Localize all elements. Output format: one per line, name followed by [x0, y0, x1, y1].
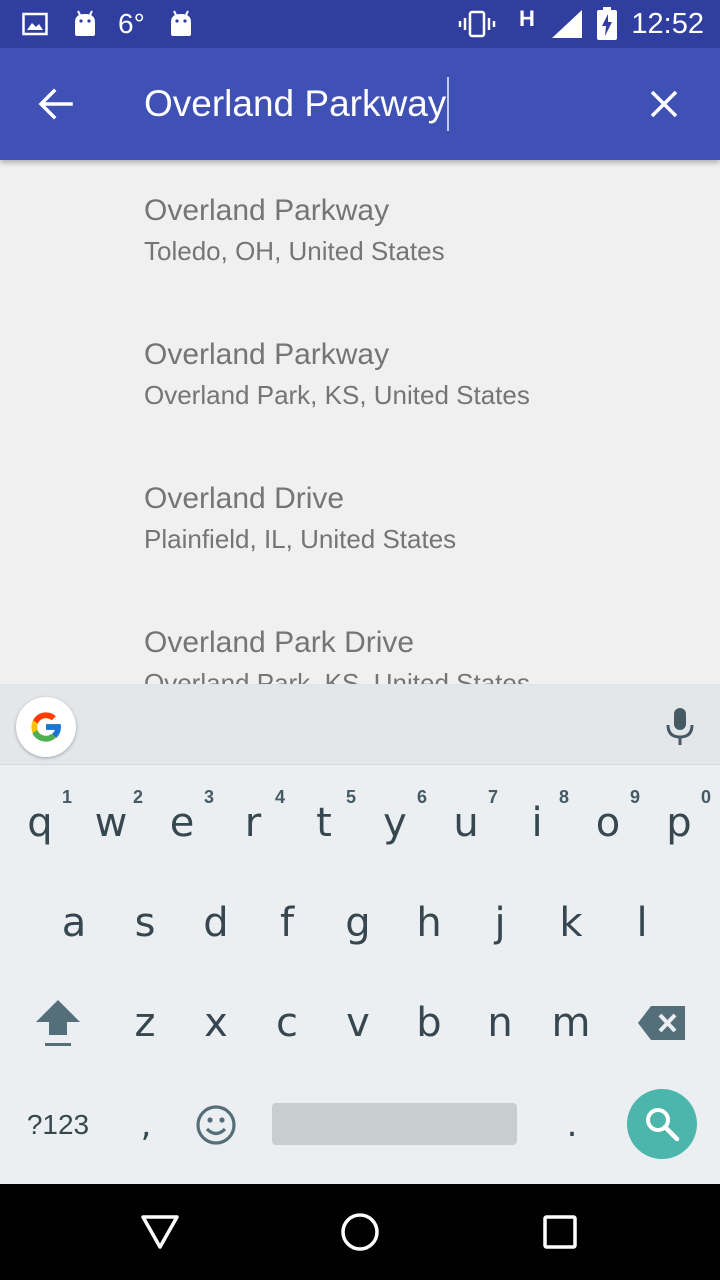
- key-v[interactable]: v: [322, 975, 394, 1071]
- google-search-button[interactable]: [16, 697, 76, 757]
- suggestion-item[interactable]: Overland Park Drive Overland Park, KS, U…: [0, 592, 720, 684]
- nav-home-button[interactable]: [328, 1200, 392, 1264]
- nav-recents-button[interactable]: [528, 1200, 592, 1264]
- circle-home-icon: [341, 1213, 379, 1251]
- status-bar: 6° H 12:52: [0, 0, 720, 48]
- signal-icon: [550, 0, 584, 48]
- search-icon: [646, 1108, 680, 1142]
- suggestion-subtitle: Plainfield, IL, United States: [144, 524, 457, 554]
- shift-key[interactable]: [18, 975, 98, 1071]
- key-m[interactable]: m: [535, 975, 607, 1071]
- comma-key[interactable]: ,: [112, 1077, 180, 1173]
- key-u[interactable]: u7: [430, 775, 502, 871]
- android-icon: [168, 0, 194, 48]
- suggestion-subtitle: Overland Park, KS, United States: [144, 380, 530, 410]
- clear-button[interactable]: [632, 72, 696, 136]
- android-icon: [72, 0, 98, 48]
- key-p[interactable]: p0: [643, 775, 715, 871]
- square-recents-icon: [543, 1215, 577, 1249]
- key-a[interactable]: a: [38, 875, 110, 971]
- suggestion-title: Overland Parkway: [144, 194, 390, 227]
- key-t[interactable]: t5: [288, 775, 360, 871]
- suggestion-title: Overland Drive: [144, 482, 345, 515]
- key-b[interactable]: b: [393, 975, 465, 1071]
- close-icon: [650, 90, 678, 118]
- back-button[interactable]: [24, 72, 88, 136]
- key-d[interactable]: d: [180, 875, 252, 971]
- image-icon: [22, 0, 48, 48]
- suggestion-title: Overland Park Drive: [144, 626, 415, 659]
- keyboard: q1 w2 e3 r4 t5 y6 u7 i8 o9 p0 a s d f g …: [0, 684, 720, 1184]
- suggestion-subtitle: Toledo, OH, United States: [144, 236, 445, 266]
- key-e[interactable]: e3: [146, 775, 218, 871]
- key-w[interactable]: w2: [75, 775, 147, 871]
- backspace-key[interactable]: [622, 975, 702, 1071]
- vibrate-icon: [458, 0, 496, 48]
- key-i[interactable]: i8: [501, 775, 573, 871]
- key-r[interactable]: r4: [217, 775, 289, 871]
- key-h[interactable]: h: [393, 875, 465, 971]
- voice-input-button[interactable]: [656, 703, 704, 751]
- key-y[interactable]: y6: [359, 775, 431, 871]
- suggestion-item[interactable]: Overland Drive Plainfield, IL, United St…: [0, 448, 720, 592]
- suggestion-list: Overland Parkway Toledo, OH, United Stat…: [0, 160, 720, 684]
- suggestion-title: Overland Parkway: [144, 338, 390, 371]
- emoji-key[interactable]: [184, 1077, 248, 1173]
- temperature: 6°: [118, 8, 145, 39]
- key-l[interactable]: l: [606, 875, 678, 971]
- search-action-key[interactable]: [627, 1089, 697, 1159]
- symbols-key[interactable]: ?123: [16, 1077, 100, 1173]
- shift-icon: [36, 1000, 80, 1046]
- key-o[interactable]: o9: [572, 775, 644, 871]
- space-key[interactable]: [272, 1103, 517, 1145]
- key-k[interactable]: k: [535, 875, 607, 971]
- key-q[interactable]: q1: [4, 775, 76, 871]
- keyboard-suggestion-strip: [0, 685, 720, 765]
- clock: 12:52: [631, 8, 704, 40]
- key-g[interactable]: g: [322, 875, 394, 971]
- key-x[interactable]: x: [180, 975, 252, 1071]
- battery-charging-icon: [596, 0, 618, 48]
- period-key[interactable]: .: [540, 1077, 604, 1173]
- key-f[interactable]: f: [251, 875, 323, 971]
- key-j[interactable]: j: [464, 875, 536, 971]
- key-s[interactable]: s: [109, 875, 181, 971]
- triangle-back-icon: [141, 1215, 179, 1249]
- suggestion-subtitle: Overland Park, KS, United States: [144, 668, 530, 684]
- arrow-back-icon: [38, 88, 73, 120]
- suggestion-item[interactable]: Overland Parkway Overland Park, KS, Unit…: [0, 304, 720, 448]
- microphone-icon: [666, 708, 694, 745]
- key-c[interactable]: c: [251, 975, 323, 1071]
- suggestion-item[interactable]: Overland Parkway Toledo, OH, United Stat…: [0, 160, 720, 304]
- search-input[interactable]: Overland Parkway: [144, 77, 450, 131]
- navigation-bar: [0, 1184, 720, 1280]
- network-type: H: [519, 6, 535, 31]
- key-n[interactable]: n: [464, 975, 536, 1071]
- backspace-icon: [638, 1006, 685, 1040]
- key-z[interactable]: z: [109, 975, 181, 1071]
- nav-back-button[interactable]: [128, 1200, 192, 1264]
- google-icon: [31, 712, 62, 742]
- search-toolbar: Overland Parkway: [0, 48, 720, 160]
- search-query-text: Overland Parkway: [144, 83, 447, 124]
- emoji-icon: [196, 1105, 236, 1145]
- text-cursor: [447, 77, 450, 131]
